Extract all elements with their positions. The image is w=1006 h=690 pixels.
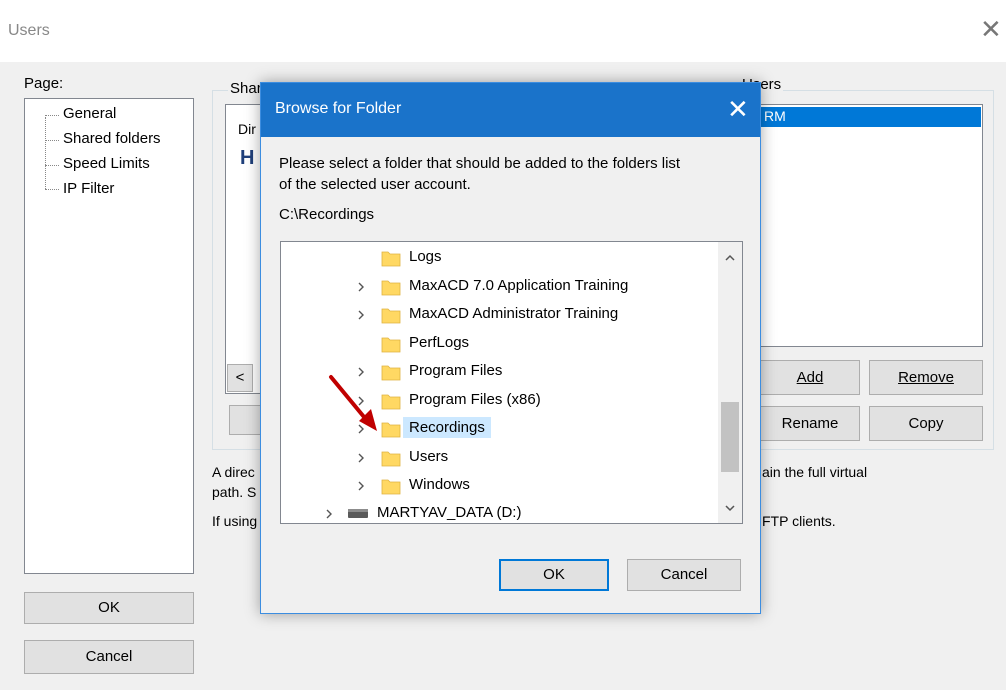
cancel-button[interactable]: Cancel — [24, 640, 194, 674]
folder-icon — [381, 308, 401, 324]
list-item[interactable]: H — [240, 147, 254, 170]
chevron-right-icon[interactable] — [355, 452, 367, 464]
window-title: Users — [8, 22, 50, 39]
scroll-left-button[interactable]: < — [227, 364, 253, 392]
tree-item-label: Windows — [409, 476, 470, 493]
dialog-cancel-button[interactable]: Cancel — [627, 559, 741, 591]
folder-icon — [381, 479, 401, 495]
tree-item-label: Program Files (x86) — [409, 390, 541, 408]
scroll-down-icon[interactable] — [724, 504, 736, 514]
folder-icon — [381, 337, 401, 352]
add-user-button[interactable]: Add — [760, 360, 860, 395]
chevron-right-icon[interactable] — [355, 480, 367, 492]
folder-icon — [381, 280, 401, 295]
shared-help-text-1: A direc — [212, 464, 255, 480]
dialog-titlebar: Browse for Folder ✕ — [261, 83, 760, 137]
tree-item[interactable]: Users — [281, 444, 717, 472]
tree-item-label: Users — [409, 447, 449, 465]
folder-icon — [381, 451, 401, 466]
tree-item-label: Logs — [409, 248, 442, 265]
tree-item-label: MaxACD Administrator Training — [409, 305, 619, 322]
tree-item-label: PerfLogs — [409, 333, 470, 351]
page-item-shared-folders[interactable]: Shared folders — [63, 130, 161, 147]
window-titlebar: Users ✕ — [0, 0, 1006, 62]
tree-item[interactable]: Logs — [281, 244, 717, 272]
page-label: Page: — [24, 75, 64, 92]
dialog-instruction-line-1: Please select a folder that should be ad… — [279, 155, 681, 172]
tree-item-label: Recordings — [403, 417, 491, 438]
scrollbar-thumb[interactable] — [721, 402, 739, 472]
page-tree: General Shared folders Speed Limits IP F… — [24, 98, 194, 574]
page-item-ip-filter[interactable]: IP Filter — [63, 180, 114, 197]
tree-item-label: MARTYAV_DATA (D:) — [377, 504, 522, 521]
users-list-item-selected[interactable]: RM — [742, 107, 981, 127]
dialog-ok-button[interactable]: OK — [499, 559, 609, 591]
close-icon[interactable]: ✕ — [980, 14, 1002, 44]
folder-tree-scrollbar[interactable] — [718, 242, 742, 523]
shared-help-text-3: If using — [212, 513, 258, 529]
browse-for-folder-dialog: Browse for Folder ✕ Please select a fold… — [260, 82, 761, 614]
tree-item[interactable]: MaxACD 7.0 Application Training — [281, 273, 717, 301]
selected-path: C:\Recordings — [279, 206, 375, 223]
tree-item[interactable]: Windows — [281, 472, 717, 500]
tree-item[interactable]: PerfLogs — [281, 330, 717, 358]
drive-icon — [348, 509, 368, 518]
chevron-right-icon[interactable] — [355, 309, 367, 321]
close-icon[interactable]: ✕ — [727, 95, 749, 123]
tree-item-label: MaxACD 7.0 Application Training — [409, 276, 629, 294]
dialog-title: Browse for Folder — [275, 100, 402, 117]
folder-icon — [381, 251, 401, 267]
tree-item[interactable]: MaxACD Administrator Training — [281, 301, 717, 329]
remove-user-button[interactable]: Remove — [869, 360, 983, 395]
page-item-general[interactable]: General — [63, 105, 116, 122]
users-list[interactable]: RM — [740, 104, 983, 347]
column-header[interactable]: Dir — [238, 121, 256, 137]
chevron-right-icon[interactable] — [323, 508, 335, 520]
shared-help-text-1-tail: ain the full virtual — [762, 464, 868, 480]
ok-button[interactable]: OK — [24, 592, 194, 624]
tree-item-label: Program Files — [409, 362, 503, 379]
page-item-speed-limits[interactable]: Speed Limits — [63, 155, 150, 172]
scroll-up-icon[interactable] — [724, 252, 736, 262]
shared-help-text-2: path. S — [212, 484, 257, 500]
arrow-pointer-icon — [329, 375, 377, 431]
shared-help-text-3-tail: FTP clients. — [762, 513, 836, 529]
tree-item-drive[interactable]: MARTYAV_DATA (D:) — [281, 500, 717, 523]
chevron-right-icon[interactable] — [355, 281, 367, 293]
copy-user-button[interactable]: Copy — [869, 406, 983, 441]
users-list-item-label: RM — [764, 108, 786, 124]
dialog-instruction-line-2: of the selected user account. — [279, 176, 471, 193]
rename-user-button[interactable]: Rename — [760, 406, 860, 441]
